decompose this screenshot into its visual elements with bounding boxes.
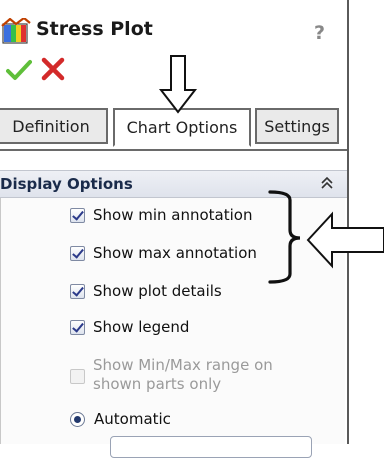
checkbox-label-line1: Show Min/Max range on (93, 356, 273, 374)
radio-button[interactable] (70, 411, 85, 427)
property-manager-panel: Stress Plot ? Definition Chart Options S… (0, 0, 349, 458)
tab-strip: Definition Chart Options Settings (0, 104, 347, 151)
checkbox-box[interactable] (70, 283, 85, 299)
ok-checkmark-icon[interactable] (6, 58, 32, 82)
panel-title: Stress Plot (36, 18, 153, 40)
checkbox-label-line2: shown parts only (93, 375, 222, 393)
right-edge-background (349, 0, 384, 444)
display-options-title: Display Options (0, 175, 133, 193)
show-min-max-range-checkbox: Show Min/Max range on shown parts only (70, 356, 273, 400)
tab-chart-options-label: Chart Options (126, 118, 238, 137)
panel-titlebar: Stress Plot ? (0, 10, 347, 50)
checkbox-label: Show legend (93, 318, 190, 336)
checkbox-box[interactable] (70, 245, 85, 261)
help-icon[interactable]: ? (314, 22, 325, 44)
checkbox-label: Show min annotation (93, 206, 253, 224)
checkbox-label: Show plot details (93, 282, 222, 300)
tab-settings[interactable]: Settings (255, 108, 339, 144)
checkbox-label: Show Min/Max range on shown parts only (93, 356, 273, 394)
display-options-group-header[interactable]: Display Options (0, 170, 347, 198)
checkbox-box[interactable] (70, 319, 85, 335)
stress-plot-icon (1, 18, 31, 44)
checkbox-label: Show max annotation (93, 244, 257, 262)
radio-label: Automatic (94, 410, 171, 428)
cancel-x-icon[interactable] (40, 56, 66, 82)
tab-definition-label: Definition (12, 116, 90, 136)
automatic-radio[interactable]: Automatic (70, 406, 171, 432)
show-max-annotation-checkbox[interactable]: Show max annotation (70, 240, 257, 266)
checkbox-box[interactable] (70, 207, 85, 223)
tab-chart-options[interactable]: Chart Options (113, 108, 251, 147)
show-min-annotation-checkbox[interactable]: Show min annotation (70, 202, 253, 228)
value-input-field[interactable] (110, 436, 312, 458)
tab-definition[interactable]: Definition (0, 108, 108, 144)
show-legend-checkbox[interactable]: Show legend (70, 314, 189, 340)
checkbox-box (70, 369, 85, 384)
collapse-chevrons-icon[interactable] (318, 174, 336, 192)
show-plot-details-checkbox[interactable]: Show plot details (70, 278, 222, 304)
tab-settings-label: Settings (264, 116, 330, 136)
